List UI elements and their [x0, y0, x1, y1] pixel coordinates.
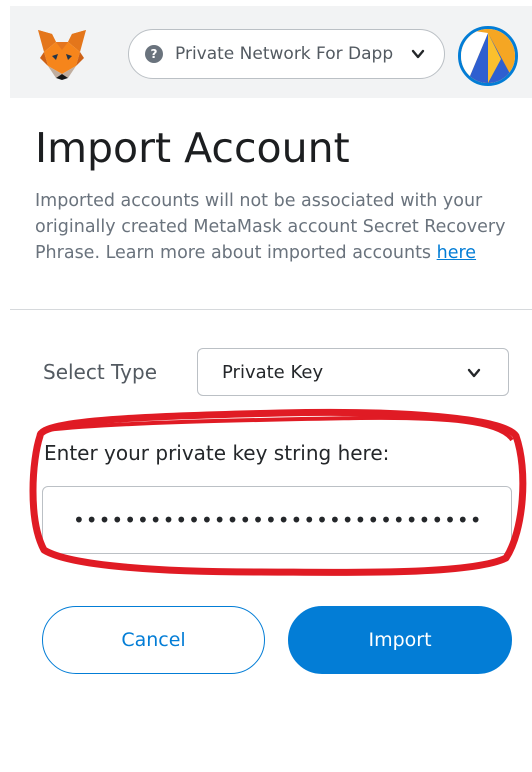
import-description: Imported accounts will not be associated…: [35, 188, 525, 266]
section-divider: [10, 309, 532, 310]
import-button[interactable]: Import: [288, 606, 512, 674]
metamask-fox-icon[interactable]: [34, 28, 90, 80]
select-type-label: Select Type: [43, 360, 157, 384]
private-key-input[interactable]: [42, 486, 512, 554]
chevron-down-icon: [467, 368, 481, 378]
network-name: Private Network For Dapp: [175, 44, 394, 64]
select-type-dropdown[interactable]: Private Key: [197, 348, 509, 396]
description-text: Imported accounts will not be associated…: [35, 191, 506, 263]
chevron-down-icon: [411, 49, 425, 59]
network-status-icon: ?: [145, 45, 163, 63]
network-selector[interactable]: ? Private Network For Dapp: [128, 29, 445, 79]
page-title: Import Account: [35, 124, 350, 172]
avatar-jazzicon: [461, 29, 515, 83]
cancel-button[interactable]: Cancel: [42, 606, 265, 674]
private-key-label: Enter your private key string here:: [44, 441, 390, 465]
app-header: ? Private Network For Dapp: [10, 6, 532, 98]
select-type-value: Private Key: [222, 361, 324, 383]
learn-more-link[interactable]: here: [437, 243, 476, 263]
account-avatar-icon[interactable]: [458, 26, 518, 86]
